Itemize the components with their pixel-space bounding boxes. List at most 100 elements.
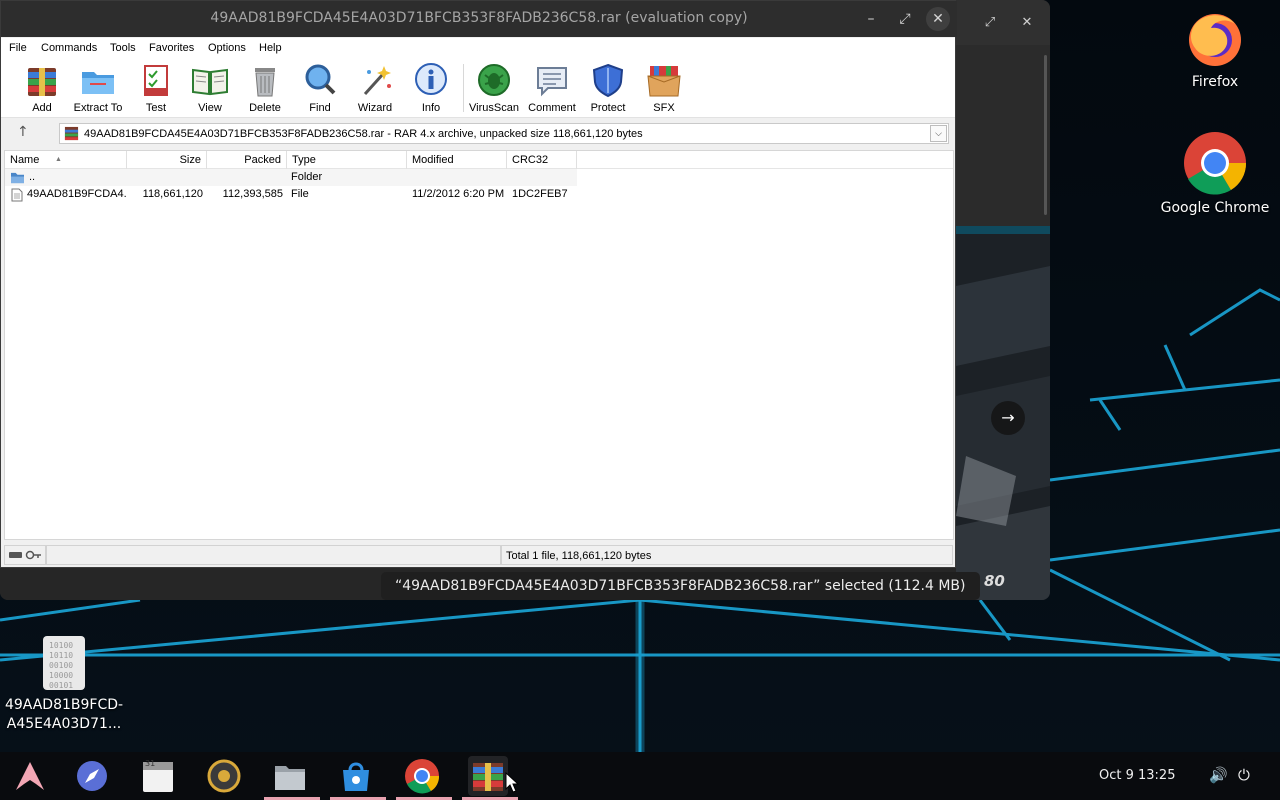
svg-text:10110: 10110 [49, 651, 73, 660]
test-button[interactable]: Test [128, 62, 184, 116]
add-button[interactable]: Add [14, 62, 70, 116]
info-icon [415, 63, 447, 95]
toolbar: Add Extract To Test View Delete Find Wiz… [1, 58, 955, 118]
next-image-button[interactable]: → [991, 401, 1025, 435]
view-book-icon [192, 68, 228, 96]
sfx-button[interactable]: SFX [636, 62, 692, 116]
taskbar-winrar[interactable] [462, 756, 518, 800]
shopping-bag-icon [343, 762, 369, 791]
window-title: 49AAD81B9FCDA45E4A03D71BFCB353F8FADB236C… [210, 10, 748, 26]
archive-path-field[interactable]: 49AAD81B9FCDA45E4A03D71BFCB353F8FADB236C… [59, 123, 949, 144]
file-packed: 112,393,585 [222, 188, 283, 200]
menu-help[interactable]: Help [259, 42, 282, 54]
wizard-label: Wizard [357, 102, 393, 114]
desktop-rar-file[interactable]: 10100 10110 00100 10000 00101 49AAD81B9FCD- … [4, 634, 124, 734]
svg-text:00101: 00101 [49, 681, 73, 690]
virus-bug-icon [478, 64, 510, 96]
svg-text:00100: 00100 [49, 661, 73, 670]
list-item[interactable]: 49AAD81B9FCDA4... 118,661,120 112,393,58… [5, 186, 577, 203]
archive-path-text: 49AAD81B9FCDA45E4A03D71BFCB353F8FADB236C… [84, 128, 643, 140]
close-button[interactable]: ✕ [926, 7, 950, 31]
test-checklist-icon [144, 65, 168, 96]
column-name-label: Name [10, 154, 40, 166]
virusscan-label: VirusScan [469, 102, 519, 114]
file-modified: 11/2/2012 6:20 PM [412, 188, 505, 200]
mouse-cursor-icon [505, 772, 519, 793]
desktop-firefox-label: Firefox [1191, 74, 1239, 90]
status-selection-segment [46, 545, 501, 565]
toolbar-separator [463, 64, 464, 112]
add-archive-icon [28, 68, 56, 96]
svg-text:10000: 10000 [49, 671, 73, 680]
info-button[interactable]: Info [403, 62, 459, 116]
taskbar-software-store[interactable] [330, 756, 386, 800]
calendar-day: 31 [145, 759, 156, 768]
taskbar-calendar[interactable]: 31 [138, 756, 178, 796]
desktop-file-label-line2: A45E4A03D71... [6, 716, 122, 732]
wizard-button[interactable]: Wizard [347, 62, 403, 116]
bg-scrollbar[interactable] [1044, 55, 1047, 215]
column-packed[interactable]: Packed [207, 151, 287, 169]
up-arrow-icon[interactable]: ↑ [17, 124, 29, 140]
column-modified[interactable]: Modified [407, 151, 507, 169]
test-label: Test [145, 102, 167, 114]
column-crc32[interactable]: CRC32 [507, 151, 577, 169]
title-bar[interactable]: 49AAD81B9FCDA45E4A03D71BFCB353F8FADB236C… [1, 1, 957, 37]
file-size: 118,661,120 [142, 188, 203, 200]
taskbar-music-player[interactable] [204, 756, 244, 796]
file-type: Folder [291, 171, 323, 183]
folder-icon [11, 172, 24, 184]
menu-options[interactable]: Options [208, 42, 246, 54]
path-dropdown-button[interactable]: ⌵ [930, 125, 947, 142]
taskbar-web-browser[interactable] [72, 756, 112, 796]
sfx-label: SFX [653, 102, 675, 114]
comment-button[interactable]: Comment [524, 62, 580, 116]
menu-commands[interactable]: Commands [41, 42, 97, 54]
winrar-icon [473, 763, 503, 791]
desktop-google-chrome[interactable]: Google Chrome [1160, 130, 1270, 216]
find-button[interactable]: Find [292, 62, 348, 116]
drive-key-icon [9, 550, 41, 560]
taskbar-launcher[interactable] [10, 756, 50, 796]
menu-favorites[interactable]: Favorites [149, 42, 194, 54]
find-label: Find [309, 102, 331, 114]
add-label: Add [32, 102, 52, 114]
desktop-firefox[interactable]: Firefox [1165, 8, 1265, 90]
menu-file[interactable]: File [9, 42, 27, 54]
volume-icon[interactable]: 🔊 [1209, 766, 1228, 784]
column-type[interactable]: Type [287, 151, 407, 169]
file-list: Name ▲ Size Packed Type Modified CRC32 .… [4, 150, 954, 540]
column-size[interactable]: Size [127, 151, 207, 169]
clock[interactable]: Oct 9 13:25 [1099, 768, 1175, 783]
menu-bar: File Commands Tools Favorites Options He… [1, 38, 955, 58]
column-name[interactable]: Name ▲ [5, 151, 127, 169]
bg-close-icon[interactable]: ✕ [1016, 12, 1038, 34]
status-drive-segment [4, 545, 46, 565]
shield-icon [592, 63, 624, 98]
taskbar-google-chrome[interactable] [396, 756, 452, 800]
taskbar-files[interactable] [264, 756, 320, 800]
address-bar: ↑ 49AAD81B9FCDA45E4A03D71BFCB353F8FADB23… [1, 119, 955, 148]
comment-label: Comment [528, 102, 576, 114]
selection-toast: “49AAD81B9FCDA45E4A03D71BFCB353F8FADB236… [381, 572, 980, 600]
view-button[interactable]: View [182, 62, 238, 116]
sort-ascending-icon: ▲ [55, 156, 62, 163]
delete-label: Delete [249, 102, 281, 114]
extract-to-button[interactable]: Extract To [70, 62, 126, 116]
protect-button[interactable]: Protect [580, 62, 636, 116]
power-icon[interactable]: ⏻ [1238, 766, 1250, 784]
list-item[interactable]: .. Folder [5, 169, 577, 186]
wizard-wand-icon [363, 66, 391, 96]
sfx-box-icon [647, 66, 681, 97]
bg-preview-text: 80 [984, 572, 1005, 590]
file-name: .. [29, 171, 36, 183]
winrar-window: 49AAD81B9FCDA45E4A03D71BFCB353F8FADB236C… [0, 0, 957, 568]
virusscan-button[interactable]: VirusScan [466, 62, 522, 116]
delete-button[interactable]: Delete [237, 62, 293, 116]
minimize-button[interactable]: – [859, 7, 883, 31]
arch-logo-icon [16, 762, 44, 790]
bg-maximize-icon[interactable]: ⤢ [979, 12, 1001, 34]
menu-tools[interactable]: Tools [110, 42, 136, 54]
file-name: 49AAD81B9FCDA4... [27, 188, 127, 200]
maximize-button[interactable]: ⤢ [893, 7, 917, 31]
